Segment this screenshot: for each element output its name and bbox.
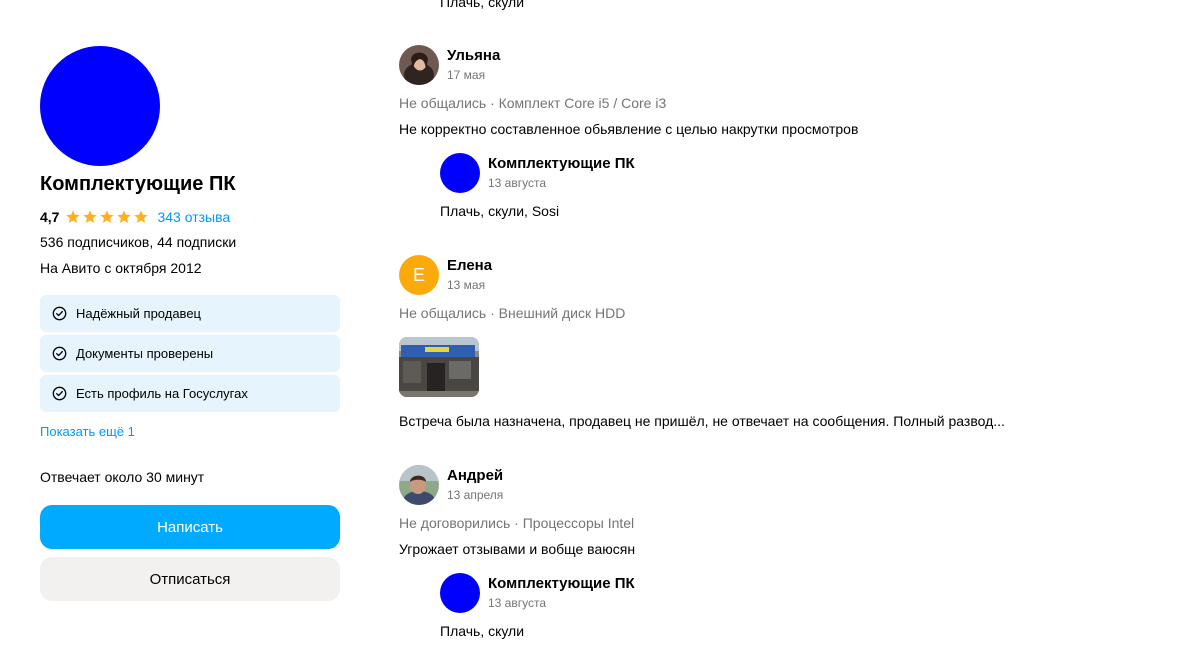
check-circle-icon: [52, 306, 67, 321]
star-icon: [66, 210, 81, 223]
seller-profile-page: Комплектующие ПК 4,7 343 отзыва 536 подп…: [0, 0, 1204, 661]
check-circle-icon: [52, 386, 67, 401]
review-text: Встреча была назначена, продавец не приш…: [399, 413, 1005, 429]
rating-stars: [65, 209, 149, 225]
review-date: 17 мая: [447, 68, 486, 82]
badge-label: Надёжный продавец: [76, 306, 201, 321]
review-meta: Не общались · Внешний диск HDD: [399, 305, 626, 321]
user-avatar[interactable]: [399, 465, 439, 505]
rating-value: 4,7: [40, 209, 60, 225]
review-author[interactable]: Елена: [447, 257, 492, 274]
review-date: 13 мая: [447, 278, 486, 292]
write-message-button[interactable]: Написать: [40, 505, 340, 549]
review-photo[interactable]: [399, 337, 479, 397]
seller-badges: Надёжный продавец Документы проверены Ес…: [40, 295, 340, 412]
review-author[interactable]: Андрей: [447, 467, 503, 484]
review-meta: Не договорились · Процессоры Intel: [399, 515, 635, 531]
badge-label: Есть профиль на Госуслугах: [76, 386, 248, 401]
star-icon: [134, 210, 149, 223]
seller-name: Комплектующие ПК: [40, 173, 236, 195]
reviews-count-link[interactable]: 343 отзыва: [157, 209, 230, 225]
review-author[interactable]: Ульяна: [447, 47, 500, 64]
seller-avatar[interactable]: [40, 46, 160, 166]
review-text: Не корректно составленное обьявление с ц…: [399, 121, 859, 137]
badge-label: Документы проверены: [76, 346, 214, 361]
star-icon: [83, 210, 98, 223]
seller-reply-avatar[interactable]: [440, 573, 480, 613]
review-meta: Не общались · Комплект Core i5 / Core i3: [399, 95, 667, 111]
seller-rating-row: 4,7 343 отзыва: [40, 207, 230, 227]
check-circle-icon: [52, 346, 67, 361]
unsubscribe-button[interactable]: Отписаться: [40, 557, 340, 601]
seller-reply-avatar[interactable]: [440, 153, 480, 193]
user-avatar[interactable]: [399, 45, 439, 85]
reply-date: 13 августа: [488, 596, 547, 610]
user-photo-icon: [399, 45, 439, 85]
user-avatar[interactable]: Е: [399, 255, 439, 295]
badge-documents-verified[interactable]: Документы проверены: [40, 335, 340, 372]
star-icon: [117, 210, 132, 223]
badge-reliable-seller[interactable]: Надёжный продавец: [40, 295, 340, 332]
reply-author[interactable]: Комплектующие ПК: [488, 575, 635, 592]
review-text: Угрожает отзывами и вобще ваюсян: [399, 541, 636, 557]
reply-date: 13 августа: [488, 176, 547, 190]
star-icon: [100, 210, 115, 223]
show-more-badges-link[interactable]: Показать ещё 1: [40, 424, 135, 439]
subscribers-count[interactable]: 536 подписчиков, 44 подписки: [40, 234, 236, 250]
reply-author[interactable]: Комплектующие ПК: [488, 155, 635, 172]
badge-gosuslugi-profile[interactable]: Есть профиль на Госуслугах: [40, 375, 340, 412]
member-since: На Авито с октября 2012: [40, 260, 202, 276]
reply-text: Плачь, скули: [440, 623, 525, 639]
reply-text: Плачь, скули: [440, 0, 525, 10]
reply-text: Плачь, скули, Sosi: [440, 203, 560, 219]
response-time: Отвечает около 30 минут: [40, 469, 205, 485]
review-date: 13 апреля: [447, 488, 504, 502]
user-photo-icon: [399, 465, 439, 505]
storefront-image: [399, 337, 479, 397]
